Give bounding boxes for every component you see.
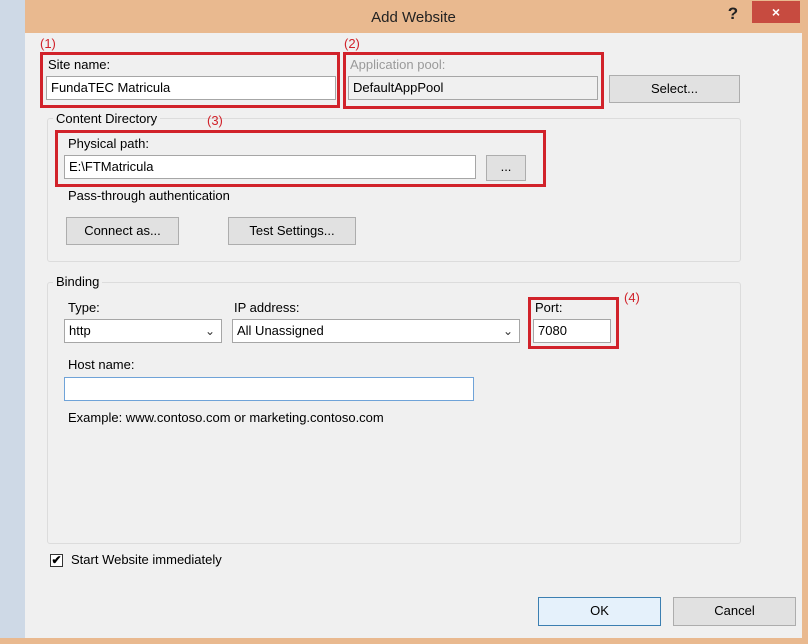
ip-address-value: All Unassigned (237, 323, 324, 338)
window-title: Add Website (371, 9, 456, 26)
site-name-label: Site name: (48, 57, 111, 72)
annotation-marker-3: (3) (207, 113, 223, 128)
help-button[interactable]: ? (722, 4, 744, 24)
desktop-background (0, 0, 25, 644)
ip-address-label: IP address: (234, 300, 300, 315)
chevron-down-icon: ⌄ (204, 324, 215, 338)
host-name-input[interactable] (64, 377, 474, 401)
close-button[interactable]: × (752, 1, 800, 23)
content-directory-legend: Content Directory (53, 111, 161, 126)
ip-address-select[interactable]: All Unassigned ⌄ (232, 319, 520, 343)
type-select[interactable]: http ⌄ (64, 319, 222, 343)
annotation-marker-4: (4) (624, 290, 640, 305)
type-value: http (69, 323, 91, 338)
cancel-button[interactable]: Cancel (673, 597, 796, 626)
physical-path-input[interactable]: E:\FTMatricula (64, 155, 476, 179)
host-name-label: Host name: (68, 357, 135, 372)
type-label: Type: (68, 300, 100, 315)
host-name-example: Example: www.contoso.com or marketing.co… (68, 410, 384, 425)
window-border-right (802, 0, 808, 644)
app-pool-field: DefaultAppPool (348, 76, 598, 100)
annotation-marker-1: (1) (40, 36, 56, 51)
ok-button[interactable]: OK (538, 597, 661, 626)
chevron-down-icon: ⌄ (502, 324, 513, 338)
binding-legend: Binding (53, 274, 103, 289)
passthrough-auth-label: Pass-through authentication (68, 188, 230, 203)
test-settings-button[interactable]: Test Settings... (228, 217, 356, 245)
connect-as-button[interactable]: Connect as... (66, 217, 179, 245)
start-immediately-checkbox[interactable]: ✔ (50, 554, 63, 567)
select-app-pool-button[interactable]: Select... (609, 75, 740, 103)
start-immediately-label: Start Website immediately (71, 552, 222, 567)
site-name-input[interactable]: FundaTEC Matricula (46, 76, 336, 100)
window-border-bottom (0, 638, 808, 644)
browse-path-button[interactable]: ... (486, 155, 526, 181)
port-label: Port: (535, 300, 563, 315)
physical-path-label: Physical path: (68, 136, 149, 151)
app-pool-label: Application pool: (350, 57, 446, 72)
port-input[interactable]: 7080 (533, 319, 611, 343)
annotation-marker-2: (2) (344, 36, 360, 51)
